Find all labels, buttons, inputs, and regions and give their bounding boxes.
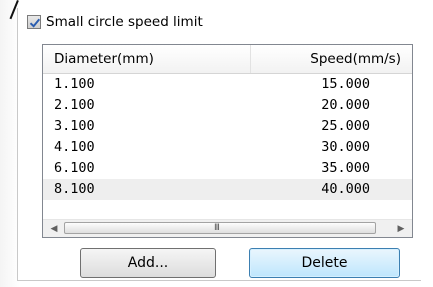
table-row-selected[interactable]: 8.100 40.000 [43, 179, 412, 200]
speed-cell: 15.000 [321, 76, 370, 92]
table-body: 1.100 15.000 2.100 20.000 3.100 25.000 4… [43, 74, 412, 200]
diameter-cell: 6.100 [54, 160, 95, 176]
diameter-cell: 4.100 [54, 139, 95, 155]
speed-cell: 35.000 [321, 160, 370, 176]
diameter-cell: 2.100 [54, 97, 95, 113]
delete-button[interactable]: Delete [249, 248, 400, 278]
speed-cell: 25.000 [321, 118, 370, 134]
diameter-cell: 1.100 [54, 76, 95, 92]
table-row[interactable]: 3.100 25.000 [43, 116, 412, 137]
checkbox-label: Small circle speed limit [46, 14, 203, 30]
checkmark-icon [29, 18, 41, 28]
scrollbar-thumb[interactable]: III [64, 222, 376, 234]
speed-table[interactable]: Diameter(mm) Speed(mm/s) 1.100 15.000 2.… [42, 44, 413, 238]
column-header-speed[interactable]: Speed(mm/s) [251, 45, 412, 73]
table-row[interactable]: 2.100 20.000 [43, 95, 412, 116]
table-row[interactable]: 6.100 35.000 [43, 158, 412, 179]
horizontal-scrollbar[interactable]: ◀ III ▶ [43, 219, 412, 237]
speed-cell: 20.000 [321, 97, 370, 113]
small-circle-checkbox[interactable] [27, 15, 41, 29]
left-arrow-icon[interactable]: ◀ [45, 220, 63, 237]
speed-cell: 40.000 [321, 181, 370, 197]
small-circle-checkbox-row[interactable]: Small circle speed limit [27, 13, 203, 31]
table-row[interactable]: 1.100 15.000 [43, 74, 412, 95]
table-row[interactable]: 4.100 30.000 [43, 137, 412, 158]
speed-cell: 30.000 [321, 139, 370, 155]
diameter-cell: 8.100 [54, 181, 95, 197]
scrollbar-grip: III [214, 223, 220, 233]
add-button[interactable]: Add... [80, 248, 216, 278]
diameter-cell: 3.100 [54, 118, 95, 134]
right-arrow-icon[interactable]: ▶ [392, 220, 410, 237]
column-header-diameter[interactable]: Diameter(mm) [43, 45, 251, 73]
table-header: Diameter(mm) Speed(mm/s) [43, 45, 412, 74]
